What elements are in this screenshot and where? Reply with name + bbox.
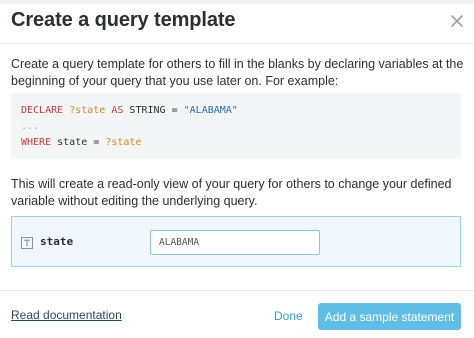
code-type: STRING: [129, 105, 166, 116]
variable-value-input[interactable]: [150, 230, 320, 255]
dialog-header: Create a query template: [0, 0, 474, 44]
text-type-icon: [21, 236, 33, 249]
code-variable: ?state: [69, 105, 106, 116]
code-string: "ALABAMA": [183, 105, 238, 116]
description-text: This will create a read-only view of you…: [11, 177, 452, 208]
code-example: DECLARE ?state AS STRING = "ALABAMA" ...…: [11, 93, 461, 159]
code-line-where: WHERE state = ?state: [21, 135, 451, 151]
read-documentation-link[interactable]: Read documentation: [11, 308, 122, 322]
code-keyword: DECLARE: [21, 105, 64, 116]
code-keyword: WHERE: [21, 137, 52, 148]
add-sample-statement-button[interactable]: Add a sample statement: [318, 303, 461, 330]
dialog-title: Create a query template: [11, 9, 236, 31]
variable-name: state: [40, 235, 74, 248]
intro-text: Create a query template for others to fi…: [11, 57, 464, 88]
variable-panel: state: [11, 216, 461, 267]
code-variable: ?state: [105, 137, 142, 148]
code-keyword: AS: [111, 105, 124, 116]
done-button[interactable]: Done: [274, 309, 303, 323]
close-icon[interactable]: [448, 12, 466, 30]
code-ellipsis: ...: [21, 121, 40, 132]
code-column: state: [57, 137, 88, 148]
code-equals: =: [93, 137, 100, 148]
code-equals: =: [171, 105, 178, 116]
code-line-declare: DECLARE ?state AS STRING = "ALABAMA": [21, 103, 451, 119]
dialog-footer: Read documentation Done Add a sample sta…: [0, 290, 474, 338]
